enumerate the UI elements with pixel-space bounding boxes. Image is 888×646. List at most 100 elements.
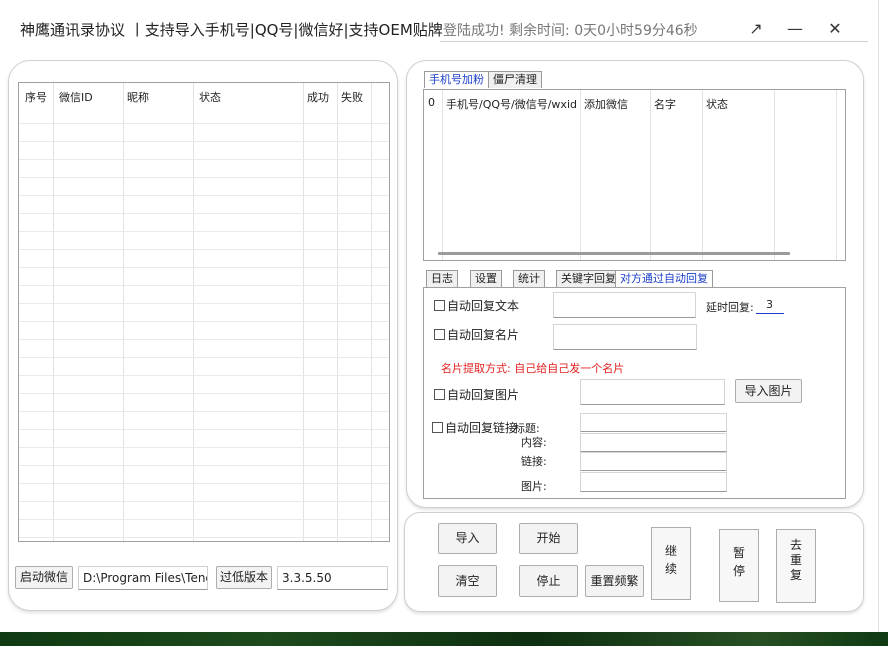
table-row bbox=[19, 375, 389, 376]
col-divider bbox=[702, 90, 703, 260]
col-divider bbox=[774, 90, 775, 260]
col-wechat-id[interactable]: 微信ID bbox=[59, 89, 93, 105]
col-number[interactable]: 0 bbox=[428, 96, 435, 109]
checkbox-icon bbox=[434, 389, 445, 400]
table-row bbox=[19, 501, 389, 502]
col-divider bbox=[580, 90, 581, 260]
start-wechat-button[interactable]: 启动微信 bbox=[15, 566, 73, 589]
table-row bbox=[19, 303, 389, 304]
link-url-label: 链接: bbox=[521, 455, 547, 468]
auto-reply-text-checkbox[interactable]: 自动回复文本 bbox=[434, 297, 519, 314]
col-divider bbox=[371, 83, 372, 541]
table-row bbox=[19, 357, 389, 358]
table-row bbox=[19, 141, 389, 142]
auto-reply-image-checkbox[interactable]: 自动回复图片 bbox=[434, 386, 519, 403]
col-divider bbox=[123, 83, 124, 541]
wechat-path-field[interactable]: D:\Program Files\Tencent bbox=[78, 566, 208, 590]
table-row bbox=[19, 429, 389, 430]
dedupe-button[interactable]: 去 重 复 bbox=[776, 529, 816, 603]
tab-phone-add-fans[interactable]: 手机号加粉 bbox=[424, 71, 489, 88]
tab-stats[interactable]: 统计 bbox=[513, 270, 545, 287]
link-title-input[interactable] bbox=[580, 413, 727, 432]
stop-button[interactable]: 停止 bbox=[519, 565, 578, 597]
table-row bbox=[19, 447, 389, 448]
col-divider bbox=[193, 83, 194, 541]
table-row bbox=[19, 411, 389, 412]
col-divider bbox=[442, 90, 443, 260]
link-content-input[interactable] bbox=[580, 433, 727, 452]
close-icon[interactable]: ✕ bbox=[825, 18, 845, 40]
auto-reply-image-input[interactable] bbox=[580, 379, 725, 405]
table-row bbox=[19, 177, 389, 178]
col-index[interactable]: 序号 bbox=[25, 89, 47, 105]
table-row bbox=[19, 519, 389, 520]
table-row bbox=[19, 249, 389, 250]
contact-table[interactable]: 0 手机号/QQ号/微信号/wxid 添加微信 名字 状态 bbox=[423, 89, 846, 261]
horizontal-scrollbar[interactable] bbox=[438, 252, 790, 255]
import-button[interactable]: 导入 bbox=[438, 523, 497, 554]
table-row bbox=[19, 393, 389, 394]
tab-zombie-clean[interactable]: 僵尸清理 bbox=[488, 71, 542, 88]
link-content-label: 内容: bbox=[521, 436, 547, 449]
clear-button[interactable]: 清空 bbox=[438, 565, 497, 597]
continue-button[interactable]: 继 续 bbox=[651, 527, 691, 600]
window-edge bbox=[878, 0, 879, 632]
version-field[interactable]: 3.3.5.50 bbox=[277, 566, 388, 590]
col-divider bbox=[650, 90, 651, 260]
pause-button[interactable]: 暂 停 bbox=[719, 529, 759, 602]
table-row bbox=[19, 465, 389, 466]
auto-reply-text-input[interactable] bbox=[553, 292, 696, 318]
account-table[interactable]: 序号 微信ID 昵称 状态 成功 失败 bbox=[18, 82, 390, 542]
link-image-label: 图片: bbox=[521, 480, 547, 493]
title-divider bbox=[440, 41, 868, 42]
tab-auto-reply-on-accept[interactable]: 对方通过自动回复 bbox=[615, 270, 713, 287]
reset-frequency-button[interactable]: 重置频繁 bbox=[585, 565, 644, 597]
col-name[interactable]: 名字 bbox=[654, 96, 676, 112]
window-title: 神鹰通讯录协议 丨支持导入手机号|QQ号|微信好|支持OEM贴牌 bbox=[20, 21, 443, 39]
col-account[interactable]: 手机号/QQ号/微信号/wxid bbox=[446, 96, 577, 112]
table-row bbox=[19, 159, 389, 160]
col-state[interactable]: 状态 bbox=[706, 96, 728, 112]
auto-reply-card-input[interactable] bbox=[553, 324, 697, 350]
table-row bbox=[19, 483, 389, 484]
col-divider bbox=[53, 83, 54, 541]
desktop-background-strip bbox=[0, 632, 888, 646]
col-divider bbox=[303, 83, 304, 541]
table-row bbox=[19, 195, 389, 196]
checkbox-icon bbox=[434, 300, 445, 311]
col-fail[interactable]: 失败 bbox=[341, 89, 363, 105]
auto-reply-card-checkbox[interactable]: 自动回复名片 bbox=[434, 326, 519, 343]
auto-reply-link-checkbox[interactable]: 自动回复链接 bbox=[432, 419, 517, 436]
table-row bbox=[19, 213, 389, 214]
col-status[interactable]: 状态 bbox=[199, 89, 221, 105]
link-image-input[interactable] bbox=[580, 472, 727, 492]
table-row bbox=[19, 339, 389, 340]
col-nickname[interactable]: 昵称 bbox=[127, 89, 149, 105]
table-row bbox=[19, 285, 389, 286]
minimize-icon[interactable]: — bbox=[785, 18, 805, 40]
checkbox-icon bbox=[432, 422, 443, 433]
table-row bbox=[19, 321, 389, 322]
delay-input[interactable]: 3 bbox=[756, 298, 784, 314]
card-hint-text: 名片提取方式: 自己给自己发一个名片 bbox=[441, 362, 625, 375]
table-row bbox=[19, 231, 389, 232]
restore-icon[interactable]: ↗ bbox=[746, 18, 766, 40]
account-table-header: 序号 微信ID 昵称 状态 成功 失败 bbox=[19, 83, 389, 111]
delay-label: 延时回复: bbox=[706, 301, 754, 314]
tab-settings[interactable]: 设置 bbox=[470, 270, 502, 287]
start-button[interactable]: 开始 bbox=[519, 523, 578, 554]
login-status: 登陆成功! 剩余时间: 0天0小时59分46秒 bbox=[443, 23, 698, 39]
table-row bbox=[19, 267, 389, 268]
table-row bbox=[19, 123, 389, 124]
link-url-input[interactable] bbox=[580, 452, 727, 471]
tab-keyword-reply[interactable]: 关键字回复 bbox=[556, 270, 621, 287]
low-version-button[interactable]: 过低版本 bbox=[216, 566, 272, 589]
col-divider bbox=[836, 90, 837, 260]
checkbox-icon bbox=[434, 329, 445, 340]
table-row bbox=[19, 537, 389, 538]
import-image-button[interactable]: 导入图片 bbox=[735, 379, 802, 403]
col-success[interactable]: 成功 bbox=[307, 89, 329, 105]
tab-log[interactable]: 日志 bbox=[426, 270, 458, 287]
col-add-wechat[interactable]: 添加微信 bbox=[584, 96, 628, 112]
col-divider bbox=[337, 83, 338, 541]
